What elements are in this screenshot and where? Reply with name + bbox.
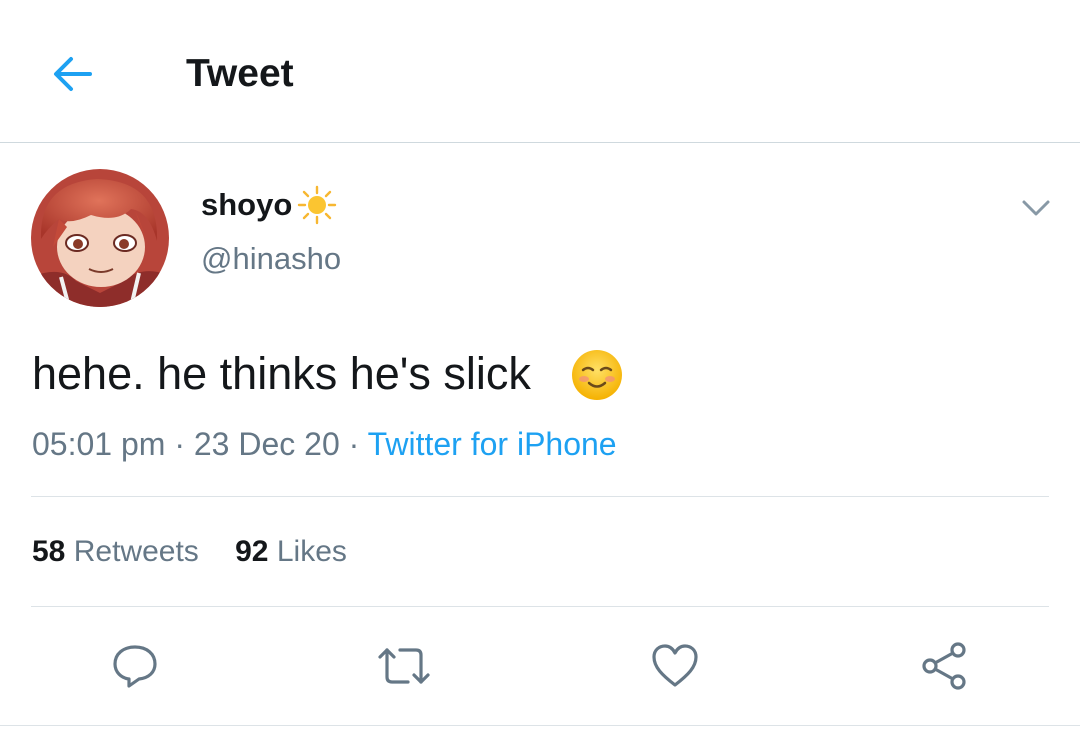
retweet-icon: [378, 648, 430, 684]
divider: [31, 606, 1049, 607]
tweet-time: 05:01 pm: [32, 426, 166, 462]
tweet-detail-screen: Tweet shoyo @hinasho hehe. he thinks he'…: [0, 0, 1080, 742]
like-icon: [652, 644, 698, 687]
avatar[interactable]: [31, 169, 169, 307]
tweet-source-link[interactable]: Twitter for iPhone: [368, 426, 617, 462]
display-name[interactable]: shoyo: [201, 186, 292, 224]
smiling-face-icon: [572, 350, 622, 400]
chevron-down-icon: [1022, 200, 1050, 216]
reply-button[interactable]: [105, 638, 165, 694]
retweets-count: 58: [32, 535, 66, 568]
likes-stat[interactable]: 92 Likes: [235, 533, 347, 571]
back-button[interactable]: [44, 46, 100, 102]
share-button[interactable]: [914, 638, 974, 694]
divider: [0, 725, 1080, 726]
more-options-button[interactable]: [1014, 190, 1058, 226]
retweet-button[interactable]: [374, 638, 434, 694]
tweet-meta: 05:01 pm · 23 Dec 20 · Twitter for iPhon…: [32, 424, 617, 464]
retweets-label: Retweets: [73, 535, 199, 568]
divider: [31, 496, 1049, 497]
avatar-image: [31, 169, 169, 307]
tweet-stats: 58 Retweets 92 Likes: [32, 533, 347, 571]
retweets-stat[interactable]: 58 Retweets: [32, 533, 199, 571]
arrow-left-icon: [54, 57, 92, 91]
top-bar: Tweet: [0, 0, 1080, 143]
meta-separator: ·: [348, 426, 360, 462]
likes-label: Likes: [276, 535, 347, 568]
sun-icon: [297, 185, 337, 225]
tweet-date: 23 Dec 20: [193, 426, 340, 462]
reply-icon: [113, 645, 157, 688]
tweet-text: hehe. he thinks he's slick: [32, 348, 531, 399]
page-title: Tweet: [186, 52, 294, 95]
user-handle[interactable]: @hinasho: [201, 240, 341, 278]
share-icon: [922, 642, 966, 690]
like-button[interactable]: [645, 638, 705, 694]
meta-separator: ·: [174, 426, 185, 462]
likes-count: 92: [235, 535, 269, 568]
